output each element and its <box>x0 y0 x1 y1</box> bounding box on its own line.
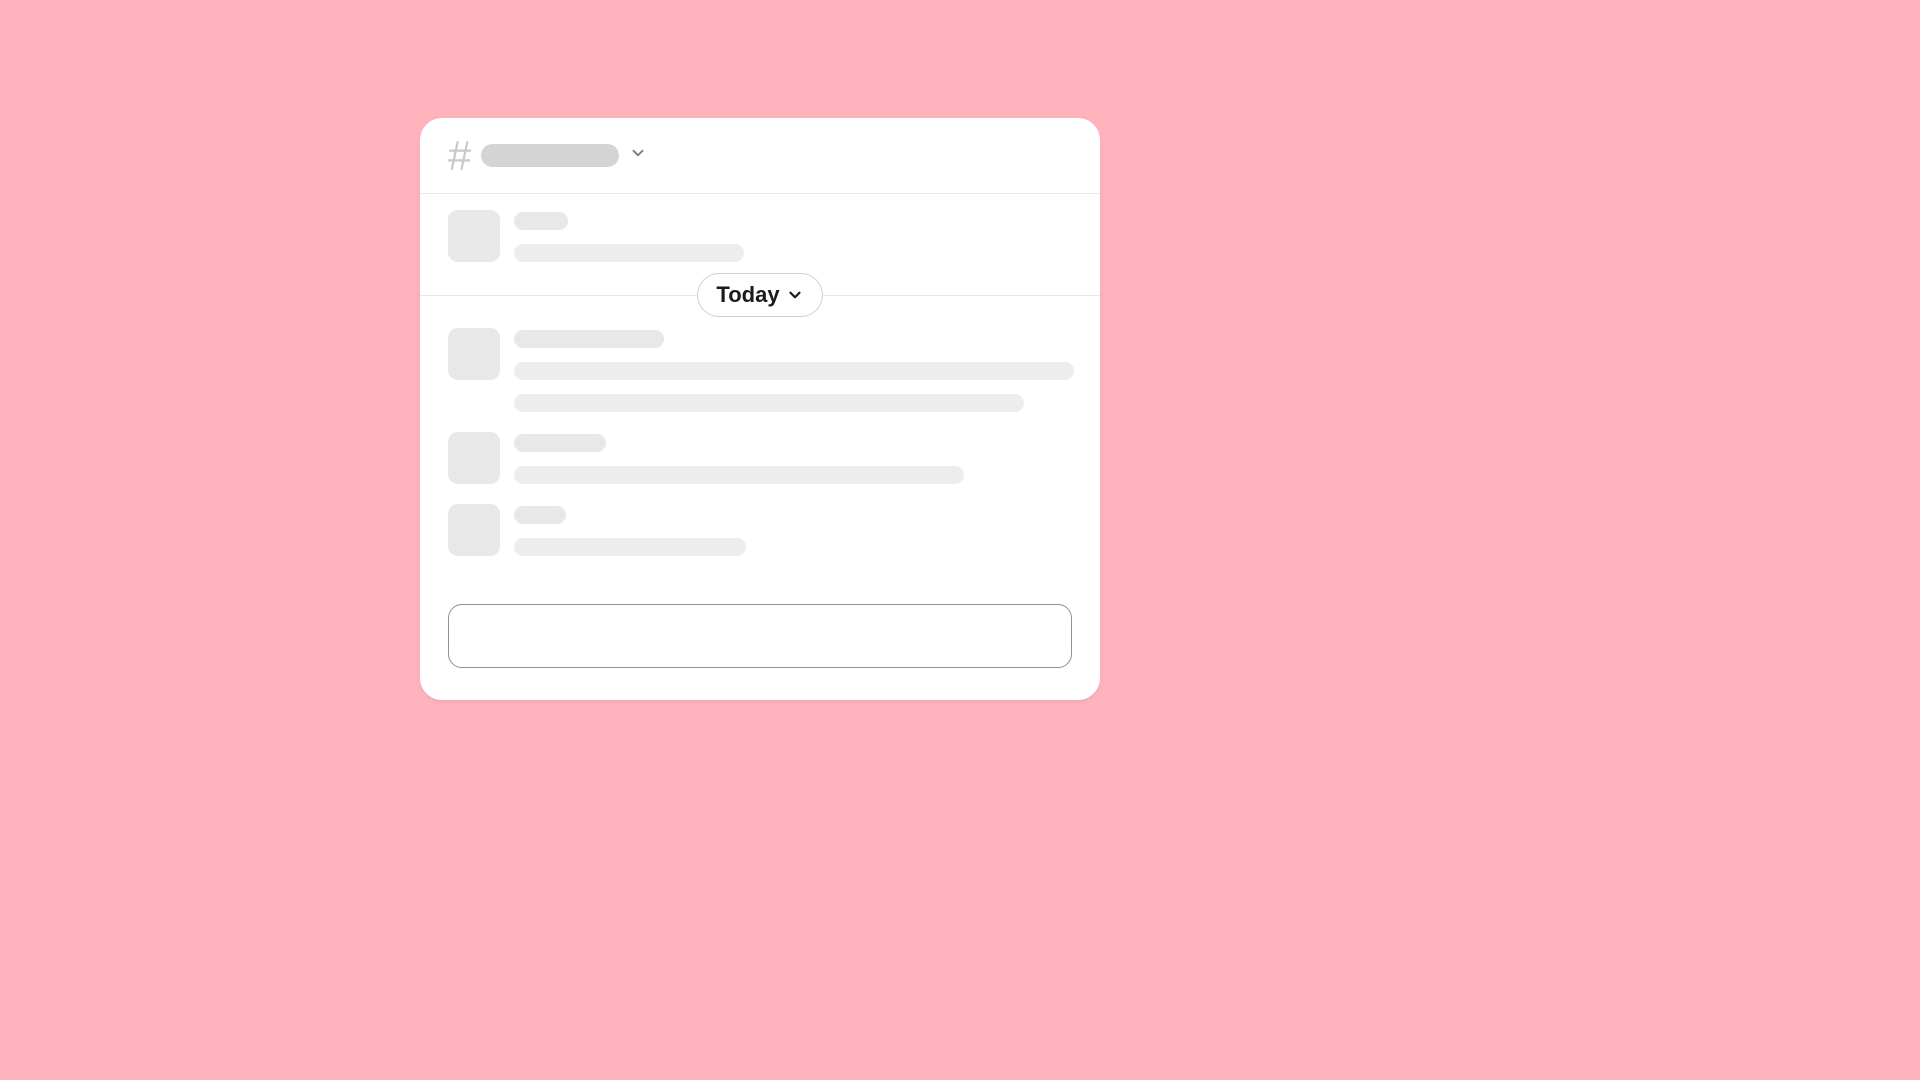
message-body <box>514 432 1072 484</box>
message-composer[interactable] <box>448 604 1072 668</box>
avatar <box>448 328 500 380</box>
message-list: Today <box>420 194 1100 566</box>
message-item <box>420 494 1100 566</box>
date-label: Today <box>716 282 779 308</box>
chevron-down-icon[interactable] <box>629 144 647 167</box>
username-placeholder <box>514 212 568 230</box>
date-pill[interactable]: Today <box>697 273 822 317</box>
channel-name-placeholder[interactable] <box>481 144 619 167</box>
message-text-placeholder <box>514 394 1024 412</box>
avatar <box>448 432 500 484</box>
message-item <box>420 318 1100 422</box>
chat-card: # Today <box>420 118 1100 700</box>
username-placeholder <box>514 330 664 348</box>
message-text-placeholder <box>514 538 746 556</box>
message-item <box>420 422 1100 494</box>
message-item <box>420 200 1100 272</box>
username-placeholder <box>514 506 566 524</box>
message-body <box>514 328 1074 412</box>
message-input[interactable] <box>449 605 1071 667</box>
message-body <box>514 504 1072 556</box>
message-text-placeholder <box>514 466 964 484</box>
message-body <box>514 210 1072 262</box>
date-divider: Today <box>420 272 1100 318</box>
channel-header: # <box>420 118 1100 194</box>
avatar <box>448 504 500 556</box>
hash-icon: # <box>448 135 471 177</box>
message-text-placeholder <box>514 244 744 262</box>
avatar <box>448 210 500 262</box>
username-placeholder <box>514 434 606 452</box>
message-text-placeholder <box>514 362 1074 380</box>
chevron-down-icon <box>786 286 804 304</box>
